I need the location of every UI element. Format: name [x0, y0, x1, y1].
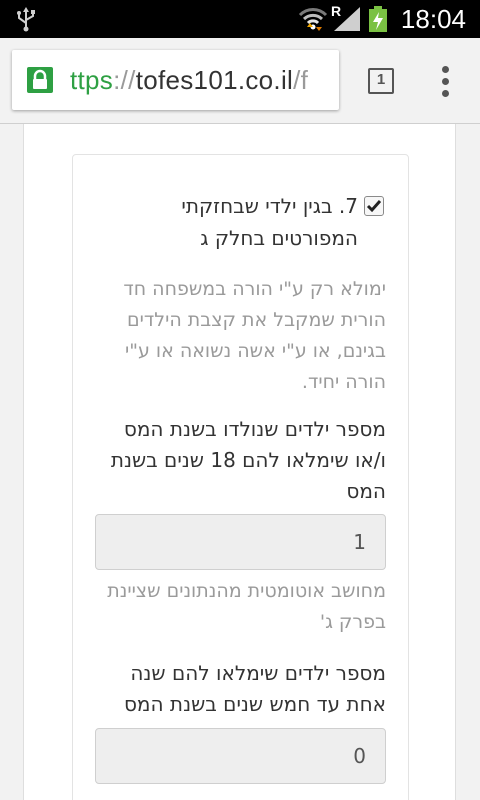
usb-icon: [17, 7, 35, 32]
url-host: tofes101.co.il: [135, 65, 294, 95]
status-clock: 18:04: [400, 4, 466, 34]
browser-toolbar: ttps://tofes101.co.il/f 1: [0, 38, 480, 124]
web-page: 7. בגין ילדי שבחזקתי המפורטים בחלק ג ימו…: [0, 124, 480, 800]
checkmark-icon: [366, 200, 382, 213]
tab-count: 1: [376, 71, 386, 88]
menu-dot-icon: [442, 90, 449, 97]
status-bar: R 18:04: [0, 0, 480, 38]
url-text: ttps://tofes101.co.il/f: [70, 63, 308, 97]
field-label-children-born-or-18: מספר ילדים שנולדו בשנת המס ו/או שימלאו ל…: [110, 417, 386, 503]
signal-icon: R: [330, 3, 364, 33]
url-path: /f: [293, 65, 309, 95]
network-letter: R: [331, 3, 342, 19]
menu-dot-icon: [442, 78, 449, 85]
menu-dot-icon: [442, 66, 449, 73]
battery-charging-icon: [369, 6, 387, 32]
field-label-children-age-1-5: מספר ילדים שימלאו להם שנה אחת עד חמש שני…: [123, 661, 386, 716]
input-value: 1: [353, 530, 366, 554]
children-age-1-5-input[interactable]: 0: [95, 728, 386, 784]
help-text-auto-calculated: מחושב אוטומטית מהנתונים שציינת בפרק ג': [107, 580, 386, 633]
children-born-or-18-input[interactable]: 1: [95, 514, 386, 570]
url-separator: ://: [113, 65, 136, 95]
children-checkbox[interactable]: [364, 196, 384, 216]
wifi-icon: [298, 8, 328, 31]
checkbox-label[interactable]: 7. בגין ילדי שבחזקתי המפורטים בחלק ג: [96, 190, 358, 254]
url-scheme: ttps: [70, 65, 114, 95]
address-bar[interactable]: ttps://tofes101.co.il/f: [12, 50, 339, 110]
help-text-single-parent: ימולא רק ע"י הורה במשפחה חד הורית שמקבל …: [123, 278, 386, 393]
lock-icon: [27, 67, 53, 93]
overflow-menu-button[interactable]: [432, 64, 460, 98]
input-value: 0: [353, 744, 366, 768]
tabs-icon: 1: [368, 68, 394, 94]
tabs-button[interactable]: 1: [364, 66, 396, 96]
